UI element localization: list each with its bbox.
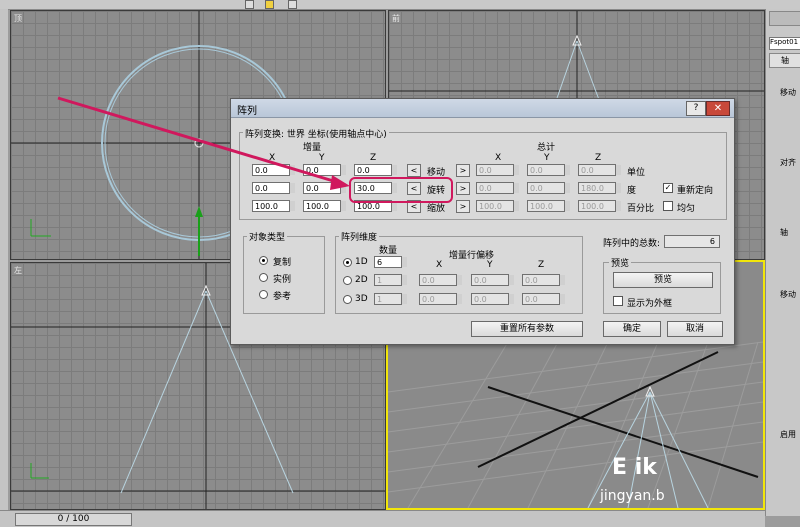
move-inc-x[interactable]: 0.0 <box>252 164 295 176</box>
offset-2d-z[interactable]: 0.0 <box>522 274 565 286</box>
inc-z-header: Z <box>370 153 377 163</box>
scale-right-arrow[interactable]: > <box>456 200 470 213</box>
time-slider[interactable]: 0 / 100 <box>0 510 765 527</box>
uniform-label: 均匀 <box>677 204 696 214</box>
move-right-arrow[interactable]: > <box>456 164 470 177</box>
object-type-title: 对象类型 <box>247 230 288 243</box>
highlight-box <box>349 177 453 203</box>
show-as-box-label: 显示为外框 <box>627 299 673 309</box>
panel-label-axis: 轴 <box>780 228 788 237</box>
close-button[interactable]: ✕ <box>706 101 730 116</box>
total-in-array-label: 阵列中的总数: <box>603 239 661 249</box>
rotate-tot-x[interactable]: 0.0 <box>476 182 519 194</box>
move-tot-x[interactable]: 0.0 <box>476 164 519 176</box>
scale-tot-x[interactable]: 100.0 <box>476 200 519 212</box>
dim-x-header: X <box>436 260 443 270</box>
select-move-icon[interactable] <box>265 0 274 9</box>
count-header: 数量 <box>379 246 398 256</box>
rotate-inc-x[interactable]: 0.0 <box>252 182 295 194</box>
watermark-text: jingyan.b <box>600 488 665 504</box>
scale-tot-y[interactable]: 100.0 <box>527 200 570 212</box>
tot-x-header: X <box>495 153 502 163</box>
offset-2d-x[interactable]: 0.0 <box>419 274 462 286</box>
scale-tot-z[interactable]: 100.0 <box>578 200 621 212</box>
panel-label-align: 对齐 <box>780 158 796 167</box>
dim-z-header: Z <box>538 260 545 270</box>
radio-copy[interactable] <box>259 256 268 265</box>
dialog-titlebar[interactable]: 阵列 ? ✕ <box>231 99 734 118</box>
instance-label: 实例 <box>273 275 292 285</box>
reset-all-button[interactable]: 重置所有参数 <box>471 321 583 337</box>
scale-inc-y[interactable]: 100.0 <box>303 200 346 212</box>
main-toolbar <box>0 0 800 10</box>
rotate-right-arrow[interactable]: > <box>456 182 470 195</box>
panel-label-move: 移动 <box>780 88 796 97</box>
reorient-checkbox[interactable]: ✓ <box>663 183 673 193</box>
move-unit: 单位 <box>627 168 646 178</box>
count-3d[interactable]: 1 <box>374 293 407 305</box>
show-as-box-checkbox[interactable] <box>613 296 623 306</box>
offset-3d-y[interactable]: 0.0 <box>471 293 514 305</box>
reference-label: 参考 <box>273 292 292 302</box>
rotate-unit: 度 <box>627 186 637 196</box>
total-in-array-value: 6 <box>664 235 720 248</box>
scale-inc-x[interactable]: 100.0 <box>252 200 295 212</box>
offset-3d-x[interactable]: 0.0 <box>419 293 462 305</box>
cancel-button[interactable]: 取消 <box>667 321 723 337</box>
tot-z-header: Z <box>595 153 602 163</box>
copy-label: 复制 <box>273 258 292 268</box>
viewport-front-label[interactable]: 前 <box>392 13 400 24</box>
dimensions-title: 阵列维度 <box>339 230 380 243</box>
dialog-title: 阵列 <box>237 106 257 117</box>
count-1d[interactable]: 6 <box>374 256 407 268</box>
help-button[interactable]: ? <box>686 101 706 116</box>
totals-header: 总计 <box>537 143 556 153</box>
panel-tabs[interactable] <box>769 11 800 26</box>
radio-reference[interactable] <box>259 290 268 299</box>
uniform-checkbox[interactable] <box>663 201 673 211</box>
viewport-left-label[interactable]: 左 <box>14 265 22 276</box>
object-name-field[interactable]: Fspot01 <box>769 37 800 50</box>
dim-3d-label: 3D <box>355 294 368 304</box>
tab-axis[interactable]: 轴 <box>769 53 800 68</box>
scale-unit: 百分比 <box>627 204 655 214</box>
inc-y-header: Y <box>319 153 325 163</box>
move-tot-y[interactable]: 0.0 <box>527 164 570 176</box>
ok-button[interactable]: 确定 <box>603 321 661 337</box>
preview-title: 预览 <box>609 256 632 269</box>
move-tot-z[interactable]: 0.0 <box>578 164 621 176</box>
panel-label-move-2: 移动 <box>780 290 796 299</box>
rotate-tot-z[interactable]: 180.0 <box>578 182 621 194</box>
command-panel: Fspot01 轴 移动 对齐 轴 移动 启用 <box>765 9 800 516</box>
frame-counter[interactable]: 0 / 100 <box>15 513 132 526</box>
radio-3d[interactable] <box>343 295 352 304</box>
watermark-logo: E ik <box>612 455 657 480</box>
tool-icon[interactable] <box>245 0 254 9</box>
dim-y-header: Y <box>487 260 493 270</box>
transform-group-title: 阵列变换: 世界 坐标(使用轴点中心) <box>243 127 389 140</box>
offset-3d-z[interactable]: 0.0 <box>522 293 565 305</box>
radio-2d[interactable] <box>343 276 352 285</box>
left-strip <box>0 9 8 516</box>
move-inc-z[interactable]: 0.0 <box>354 164 397 176</box>
viewport-top-label[interactable]: 顶 <box>14 13 22 24</box>
increment-header: 增量 <box>303 143 322 153</box>
count-2d[interactable]: 1 <box>374 274 407 286</box>
radio-instance[interactable] <box>259 273 268 282</box>
rotate-inc-y[interactable]: 0.0 <box>303 182 346 194</box>
array-dialog: 阵列 ? ✕ 阵列变换: 世界 坐标(使用轴点中心) 增量 总计 X Y Z X… <box>230 98 735 345</box>
rotate-tot-y[interactable]: 0.0 <box>527 182 570 194</box>
dim-1d-label: 1D <box>355 257 368 267</box>
move-left-arrow[interactable]: < <box>407 164 421 177</box>
dim-2d-label: 2D <box>355 275 368 285</box>
panel-label-enable: 启用 <box>780 430 796 439</box>
rotate-icon[interactable] <box>288 0 297 9</box>
offset-2d-y[interactable]: 0.0 <box>471 274 514 286</box>
radio-1d[interactable] <box>343 258 352 267</box>
tot-y-header: Y <box>544 153 550 163</box>
inc-x-header: X <box>269 153 276 163</box>
preview-button[interactable]: 预览 <box>613 272 713 288</box>
move-inc-y[interactable]: 0.0 <box>303 164 346 176</box>
reorient-label: 重新定向 <box>677 186 714 196</box>
